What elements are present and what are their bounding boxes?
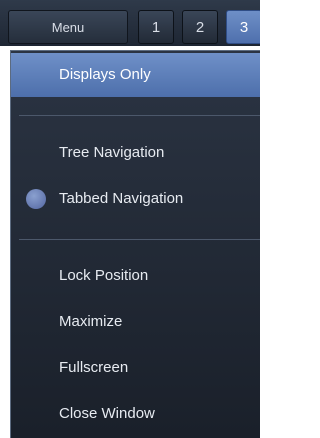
menu-dropdown: Displays Only Tree Navigation Tabbed Nav… [10,50,260,438]
menu-item-lock-position[interactable]: Lock Position [11,254,260,298]
menu-item-tabbed-navigation[interactable]: Tabbed Navigation [11,177,260,221]
tab-3[interactable]: 3 [226,10,260,44]
menu-item-label: Tabbed Navigation [59,190,184,207]
menu-item-maximize[interactable]: Maximize [11,300,260,344]
menu-separator [19,115,260,116]
menu-item-displays-only[interactable]: Displays Only [11,53,260,97]
menu-button[interactable]: Menu [8,10,128,44]
menu-item-label: Displays Only [59,66,151,83]
radio-selected-icon [26,189,46,209]
menu-item-close-window[interactable]: Close Window [11,392,260,436]
tab-1[interactable]: 1 [138,10,174,44]
menu-item-fullscreen[interactable]: Fullscreen [11,346,260,390]
window-menu-root: Menu 1 2 3 Displays Only Tree Navigation… [0,0,260,438]
top-toolbar: Menu 1 2 3 [0,0,260,46]
menu-item-label: Fullscreen [59,359,129,376]
menu-item-label: Maximize [59,313,123,330]
menu-item-tree-navigation[interactable]: Tree Navigation [11,131,260,175]
menu-item-label: Close Window [59,405,155,422]
menu-item-label: Lock Position [59,267,149,284]
menu-separator [19,239,260,240]
menu-item-label: Tree Navigation [59,144,165,161]
tab-2[interactable]: 2 [182,10,218,44]
